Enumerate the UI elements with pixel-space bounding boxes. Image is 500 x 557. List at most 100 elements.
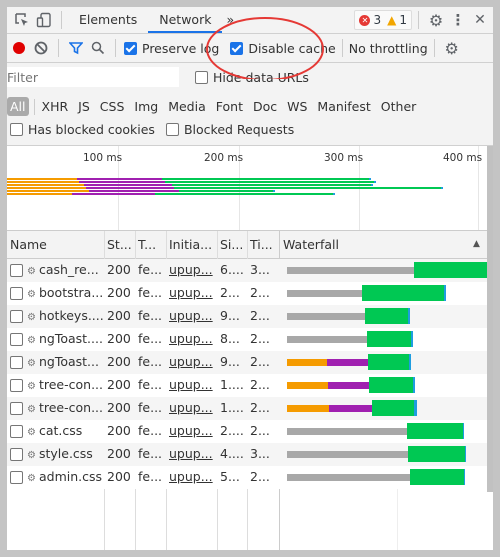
column-header-status[interactable]: St... (104, 231, 135, 258)
table-row[interactable]: ⚙ tree-con... 200 fe... upup... 1.... 2... (7, 374, 487, 397)
waterfall-stalled-segment (287, 381, 328, 389)
cell-initiator[interactable]: upup... (166, 374, 217, 396)
type-filter-manifest[interactable]: Manifest (312, 99, 375, 114)
row-checkbox[interactable] (10, 425, 23, 438)
request-name[interactable]: admin.css (39, 469, 102, 484)
waterfall-download-segment (464, 469, 465, 485)
request-name[interactable]: hotkeys.... (39, 308, 104, 323)
scrollbar[interactable] (487, 146, 493, 492)
request-name[interactable]: tree-con... (39, 400, 103, 415)
waterfall-dns-segment (329, 404, 372, 412)
type-filter-all[interactable]: All (7, 97, 29, 116)
table-row[interactable]: ⚙ cash_re... 200 fe... upup... 6.... 3... (7, 259, 493, 282)
waterfall-waiting-segment (367, 331, 411, 347)
row-checkbox[interactable] (10, 471, 23, 484)
gear-icon[interactable]: ⚙ (425, 9, 447, 31)
checkbox[interactable] (10, 123, 23, 136)
overview-stalled-segment (7, 190, 89, 192)
waterfall-stalled-segment (287, 404, 329, 412)
cell-size: 2... (220, 285, 240, 300)
column-header-type[interactable]: T... (135, 231, 166, 258)
element-picker-icon[interactable] (11, 9, 33, 31)
request-name[interactable]: bootstra... (39, 285, 103, 300)
row-checkbox[interactable] (10, 402, 23, 415)
request-name[interactable]: ngToast... (39, 354, 99, 369)
column-header-name[interactable]: Name (7, 231, 104, 258)
cell-name: ⚙ tree-con... (7, 397, 104, 419)
table-row[interactable]: ⚙ hotkeys.... 200 fe... upup... 9... 2... (7, 305, 487, 328)
table-row[interactable]: ⚙ admin.css 200 fe... upup... 5... 2... (7, 466, 487, 489)
waterfall-queue-segment (287, 266, 414, 274)
checkbox[interactable] (124, 41, 137, 55)
divider (115, 39, 116, 57)
cell-initiator[interactable]: upup... (166, 420, 217, 442)
cell-time: 2... (250, 377, 270, 392)
tab-elements[interactable]: Elements (68, 7, 148, 33)
type-filter-ws[interactable]: WS (282, 99, 312, 114)
table-row[interactable]: ⚙ bootstra... 200 fe... upup... 2... 2... (7, 282, 487, 305)
tick-label-400: 400 ms (443, 152, 483, 164)
cell-initiator[interactable]: upup... (166, 351, 217, 373)
type-filter-img[interactable]: Img (129, 99, 163, 114)
row-checkbox[interactable] (10, 310, 23, 323)
column-header-initiator[interactable]: Initia... (166, 231, 217, 258)
row-checkbox[interactable] (10, 379, 23, 392)
timeline-overview[interactable]: 100 ms 200 ms 300 ms 400 ms (7, 146, 487, 231)
cell-status: 200 (107, 331, 131, 346)
checkbox[interactable] (165, 123, 179, 136)
blocked-requests-checkbox[interactable]: Blocked Requests (165, 122, 294, 137)
row-checkbox[interactable] (10, 333, 23, 346)
overview-stalled-segment (7, 184, 84, 186)
table-row[interactable]: ⚙ ngToast.... 200 fe... upup... 8... 2... (7, 328, 487, 351)
request-name[interactable]: cash_re... (39, 262, 99, 277)
divider (418, 11, 419, 29)
row-checkbox[interactable] (10, 287, 23, 300)
type-filter-doc[interactable]: Doc (248, 99, 282, 114)
type-filter-font[interactable]: Font (211, 99, 248, 114)
row-checkbox[interactable] (10, 356, 23, 369)
search-icon[interactable] (87, 37, 109, 59)
table-row[interactable]: ⚙ style.css 200 fe... upup... 4.... 3... (7, 443, 487, 466)
row-checkbox[interactable] (10, 448, 23, 461)
type-filter-js[interactable]: JS (73, 99, 95, 114)
cell-initiator[interactable]: upup... (166, 282, 217, 304)
overview-download-segment (441, 187, 443, 189)
device-toggle-icon[interactable] (33, 9, 55, 31)
has-blocked-cookies-checkbox[interactable]: Has blocked cookies (10, 122, 155, 137)
type-filter-media[interactable]: Media (163, 99, 211, 114)
column-header-waterfall[interactable]: Waterfall (280, 231, 480, 258)
overview-waiting-segment (262, 184, 371, 186)
request-name[interactable]: style.css (39, 446, 93, 461)
type-filter-other[interactable]: Other (376, 99, 422, 114)
gear-icon[interactable]: ⚙ (441, 37, 463, 59)
type-filter-css[interactable]: CSS (95, 99, 130, 114)
cell-size: 5... (220, 469, 240, 484)
cell-initiator[interactable]: upup... (166, 397, 217, 419)
request-name[interactable]: tree-con... (39, 377, 103, 392)
table-row[interactable]: ⚙ ngToast... 200 fe... upup... 9... 2... (7, 351, 487, 374)
request-name[interactable]: cat.css (39, 423, 82, 438)
cell-initiator[interactable]: upup... (166, 443, 217, 465)
overview-download-segment (371, 184, 373, 186)
table-row[interactable]: ⚙ cat.css 200 fe... upup... 2.... 2... (7, 420, 487, 443)
close-icon[interactable]: ✕ (469, 9, 491, 31)
cell-initiator[interactable]: upup... (166, 259, 217, 281)
clear-icon[interactable] (30, 37, 52, 59)
filter-input[interactable] (7, 67, 179, 87)
column-header-size[interactable]: Si... (217, 231, 247, 258)
kebab-menu-icon[interactable]: ⋮ (447, 9, 469, 31)
request-name[interactable]: ngToast.... (39, 331, 103, 346)
type-filter-xhr[interactable]: XHR (37, 99, 74, 114)
table-row[interactable]: ⚙ tree-con... 200 fe... upup... 1.... 2... (7, 397, 487, 420)
cell-initiator[interactable]: upup... (166, 466, 217, 488)
waterfall-waiting-segment (407, 423, 463, 439)
cell-initiator[interactable]: upup... (166, 305, 217, 327)
overview-download-segment (369, 178, 371, 180)
record-icon[interactable] (8, 37, 30, 59)
funnel-icon[interactable] (65, 37, 87, 59)
overview-dns-segment (72, 193, 155, 195)
cell-initiator[interactable]: upup... (166, 328, 217, 350)
sort-ascending-icon[interactable]: ▲ (473, 239, 480, 249)
column-header-time[interactable]: Ti... (247, 231, 279, 258)
row-checkbox[interactable] (10, 264, 23, 277)
